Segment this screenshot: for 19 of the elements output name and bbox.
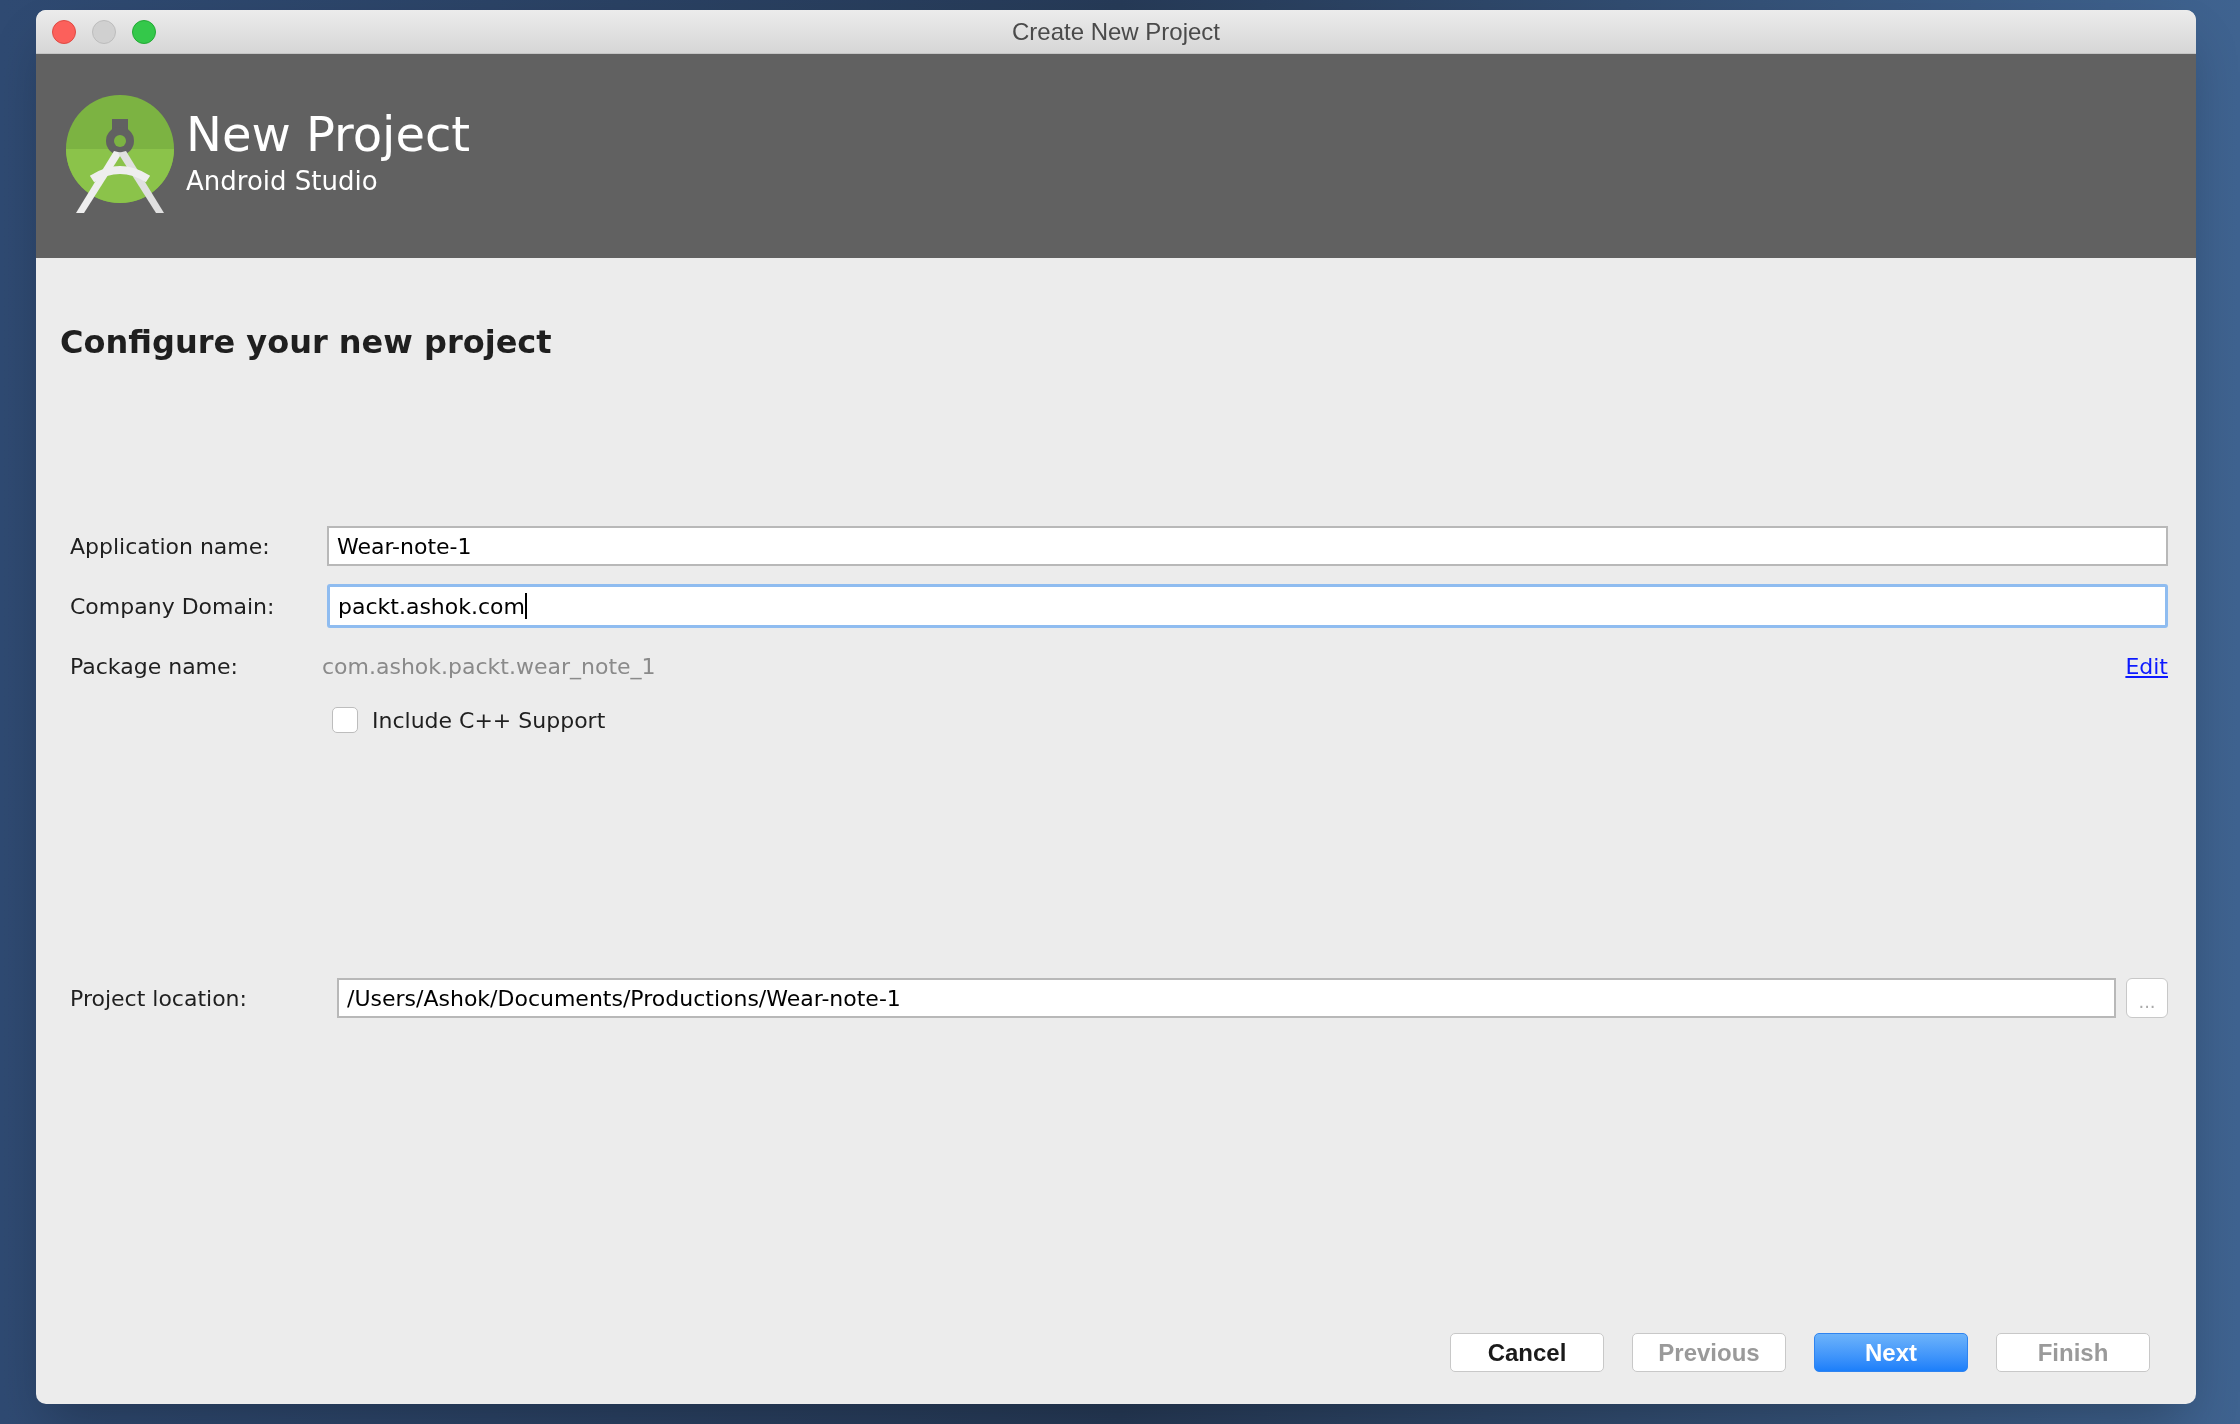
text-field[interactable]: /Users/Ashok/Documents/Productions/Wear-note-1	[337, 978, 2116, 1018]
field-label: Project location:	[70, 984, 248, 1013]
checkbox-label: Include C++ Support	[372, 706, 606, 735]
dialog-button[interactable]: Cancel	[1450, 1333, 1604, 1372]
edit-link[interactable]: Edit	[2125, 649, 2168, 683]
header-title: New Project	[186, 105, 471, 164]
text-field[interactable]: packt.ashok.com	[327, 584, 2168, 628]
close-icon[interactable]	[52, 19, 76, 44]
text-field[interactable]: Wear-note-1	[327, 526, 2168, 566]
field-label: Application name:	[70, 532, 271, 561]
package-name-value: com.ashok.packt.wear_note_1	[322, 652, 657, 682]
header-subtitle: Android Studio	[186, 165, 379, 198]
zoom-icon[interactable]	[132, 19, 156, 44]
field-label: Package name:	[70, 652, 239, 681]
checkbox[interactable]	[332, 707, 358, 733]
field-label: Company Domain:	[70, 592, 276, 621]
minimize-icon[interactable]	[92, 19, 116, 44]
window-title: Create New Project	[1011, 16, 1221, 47]
page-heading: Configure your new project	[60, 322, 553, 363]
